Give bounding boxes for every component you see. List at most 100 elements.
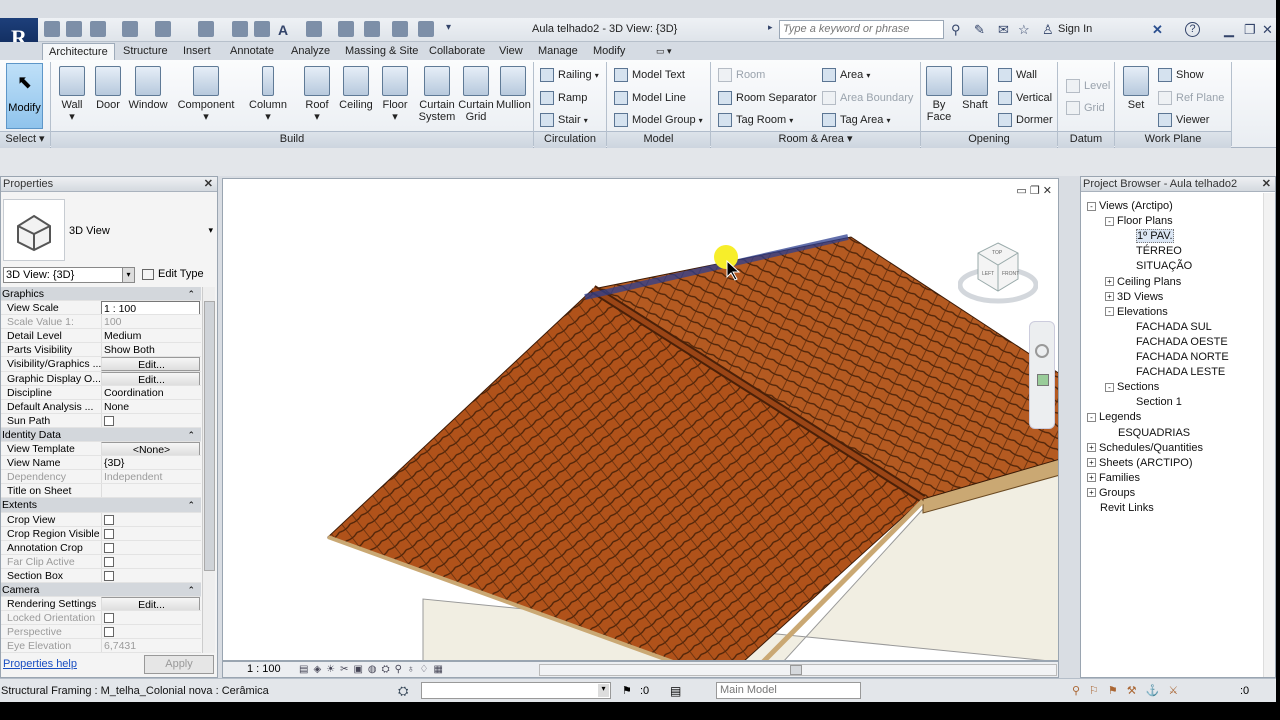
text-icon[interactable]: A: [278, 22, 288, 38]
property-checkbox-cell[interactable]: [101, 526, 200, 540]
tab-analyze[interactable]: Analyze: [285, 43, 336, 60]
expand-icon[interactable]: +: [1087, 458, 1096, 468]
tree-node[interactable]: SITUAÇÃO: [1123, 259, 1192, 273]
tree-node[interactable]: + Families: [1087, 471, 1140, 485]
property-edit-button[interactable]: Edit...: [101, 357, 200, 371]
wall-button[interactable]: Wall ▾: [56, 66, 88, 123]
minimize-icon[interactable]: ▁: [1224, 22, 1234, 38]
workset-selector[interactable]: ▾: [421, 682, 611, 699]
ceiling-button[interactable]: Ceiling: [338, 66, 374, 111]
design-options-icon[interactable]: ▤: [670, 684, 681, 698]
shaft-button[interactable]: Shaft: [958, 66, 992, 111]
collapse-icon[interactable]: ⌃: [187, 287, 195, 300]
horizontal-scrollbar[interactable]: [539, 664, 1057, 676]
property-checkbox-cell[interactable]: [101, 512, 200, 526]
close-icon[interactable]: ✕: [1262, 177, 1271, 192]
show-work-plane-button[interactable]: Show: [1156, 65, 1204, 85]
tag-icon[interactable]: [254, 21, 270, 37]
select-panel-label[interactable]: Select ▾: [0, 131, 50, 148]
curtain-system-button[interactable]: Curtain System: [416, 66, 458, 123]
room-area-panel-label[interactable]: Room & Area ▾: [711, 131, 920, 148]
expand-icon[interactable]: +: [1087, 488, 1096, 498]
property-category[interactable]: Camera ⌃: [1, 582, 201, 598]
tree-node[interactable]: Section 1: [1123, 395, 1182, 409]
view-scale-label[interactable]: 1 : 100: [247, 663, 281, 675]
tab-manage[interactable]: Manage: [532, 43, 584, 60]
property-value[interactable]: {3D}: [101, 456, 200, 470]
expand-icon[interactable]: +: [1087, 473, 1096, 483]
door-button[interactable]: Door: [92, 66, 124, 111]
property-checkbox-cell[interactable]: [101, 540, 200, 554]
view-window-controls[interactable]: ▭ ❐ ✕: [1016, 184, 1052, 197]
apply-button[interactable]: Apply: [144, 655, 214, 674]
tab-modify[interactable]: Modify: [587, 43, 631, 60]
checkbox[interactable]: [104, 542, 114, 553]
tree-node[interactable]: +3D Views: [1105, 290, 1163, 304]
grid-button[interactable]: Grid: [1064, 98, 1105, 118]
property-value[interactable]: Medium: [101, 329, 200, 343]
tab-annotate[interactable]: Annotate: [224, 43, 280, 60]
selection-filter-icons[interactable]: ⚲⚐⚑⚒⚓⚔: [1072, 684, 1187, 697]
close-hidden-windows-icon[interactable]: [392, 21, 408, 37]
dormer-button[interactable]: Dormer: [996, 110, 1053, 130]
view-control-icons[interactable]: ▤◈☀✂▣◍⛭⚲♁♢▦: [299, 664, 448, 675]
tab-architecture[interactable]: Architecture: [42, 43, 115, 60]
tree-node[interactable]: + Schedules/Quantities: [1087, 441, 1203, 455]
save-icon[interactable]: [66, 21, 82, 37]
restore-icon[interactable]: ❐: [1244, 22, 1256, 38]
tree-node[interactable]: - Views (Arctipo): [1087, 199, 1173, 213]
vertical-opening-button[interactable]: Vertical: [996, 88, 1052, 108]
property-checkbox-cell[interactable]: [101, 568, 200, 582]
model-group-button[interactable]: Model Group ▾: [612, 110, 703, 130]
thin-lines-icon[interactable]: [364, 21, 380, 37]
model-text-button[interactable]: Model Text: [612, 65, 685, 85]
tree-node[interactable]: - Elevations: [1105, 305, 1168, 319]
view-cube[interactable]: TOP LEFT FRONT: [957, 239, 1039, 309]
room-button[interactable]: Room: [716, 65, 765, 85]
property-category[interactable]: Graphics ⌃: [1, 287, 201, 302]
collapse-icon[interactable]: -: [1087, 201, 1096, 211]
3d-view-canvas[interactable]: ▭ ❐ ✕ TOP LEFT FRONT: [222, 178, 1059, 661]
tree-node[interactable]: TÉRREO: [1123, 244, 1182, 258]
switch-windows-icon[interactable]: [418, 21, 434, 37]
area-boundary-button[interactable]: Area Boundary: [820, 88, 913, 108]
wall-opening-button[interactable]: Wall: [996, 65, 1037, 85]
sign-in-link[interactable]: Sign In: [1058, 23, 1092, 35]
property-category[interactable]: Identity Data ⌃: [1, 427, 201, 443]
tree-node[interactable]: - Sections: [1105, 380, 1159, 394]
collapse-icon[interactable]: -: [1087, 412, 1096, 422]
window-button[interactable]: Window: [128, 66, 168, 111]
tree-node[interactable]: FACHADA NORTE: [1123, 350, 1229, 364]
area-button[interactable]: Area ▾: [820, 65, 870, 85]
property-value[interactable]: Show Both: [101, 343, 200, 357]
property-value[interactable]: [101, 484, 200, 498]
component-button[interactable]: Component ▾: [176, 66, 236, 123]
dimension-icon[interactable]: [232, 21, 248, 37]
property-edit-button[interactable]: Edit...: [101, 371, 200, 385]
close-icon[interactable]: ✕: [1262, 22, 1273, 38]
collapse-icon[interactable]: ⌃: [187, 428, 195, 441]
navigation-bar[interactable]: [1029, 321, 1055, 429]
property-value[interactable]: 1 : 100: [101, 301, 200, 315]
ramp-button[interactable]: Ramp: [538, 88, 587, 108]
property-value[interactable]: None: [101, 399, 200, 413]
tree-node[interactable]: + Groups: [1087, 486, 1135, 500]
edit-type-button[interactable]: Edit Type: [142, 267, 212, 283]
properties-scrollbar[interactable]: [202, 287, 215, 653]
tree-node[interactable]: + Ceiling Plans: [1105, 275, 1181, 289]
close-icon[interactable]: ✕: [204, 177, 213, 192]
tree-node[interactable]: FACHADA OESTE: [1123, 335, 1228, 349]
collapse-icon[interactable]: ⌃: [187, 498, 195, 511]
tab-structure[interactable]: Structure: [117, 43, 174, 60]
chevron-down-icon[interactable]: ▾: [208, 225, 213, 236]
tree-node[interactable]: Revit Links: [1087, 501, 1154, 515]
search-expand-icon[interactable]: ▸: [768, 22, 773, 33]
search-input[interactable]: Type a keyword or phrase: [779, 20, 944, 39]
tree-node[interactable]: - Floor Plans: [1105, 214, 1173, 228]
expand-icon[interactable]: +: [1105, 277, 1114, 287]
undo-icon[interactable]: [122, 21, 138, 37]
browser-scrollbar[interactable]: [1263, 193, 1275, 677]
modify-button[interactable]: ⬉ Modify: [6, 63, 43, 129]
viewer-button[interactable]: Viewer: [1156, 110, 1209, 130]
expand-icon[interactable]: +: [1087, 443, 1096, 453]
